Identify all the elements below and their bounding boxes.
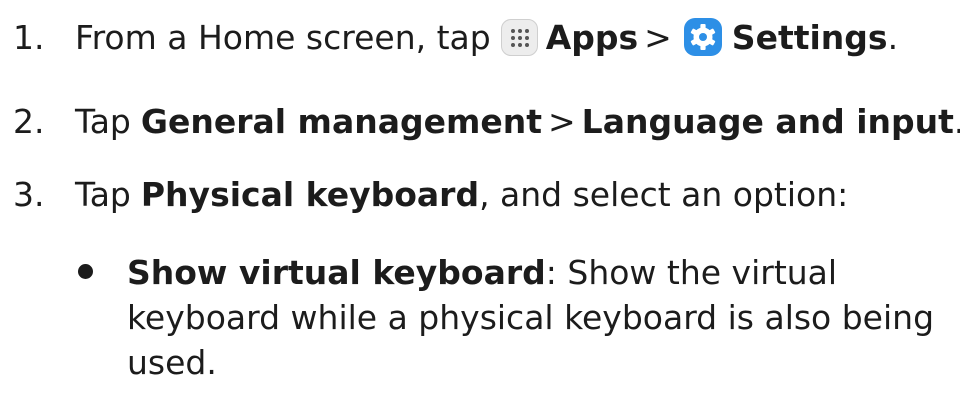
step-2-suffix: .: [954, 102, 960, 141]
bullet-dot-icon: [78, 264, 93, 279]
step-3-body: Tap Physical keyboard , and select an op…: [75, 175, 848, 214]
step-number: 3.: [13, 174, 45, 214]
step-1-prefix: From a Home screen, tap: [75, 17, 491, 57]
step-number: 2.: [13, 101, 45, 141]
step-1-suffix: .: [887, 17, 899, 57]
language-and-input-label: Language and input: [581, 101, 954, 141]
physical-keyboard-label: Physical keyboard: [140, 174, 480, 214]
step-2-body: Tap General management > Language and in…: [75, 102, 960, 141]
option-description: Show virtual keyboard: Show the virtual …: [127, 250, 952, 385]
step-2-prefix: Tap: [75, 101, 131, 141]
step-1-body: From a Home screen, tap Apps > Settings …: [75, 18, 898, 57]
settings-gear-icon: [683, 18, 722, 56]
apps-grid-icon: [500, 18, 538, 56]
separator-chevron: >: [548, 101, 576, 141]
option-title: Show virtual keyboard: [127, 253, 546, 292]
general-management-label: General management: [140, 101, 543, 141]
apps-label: Apps: [545, 17, 639, 57]
step-3-suffix: , and select an option:: [479, 174, 849, 214]
settings-label: Settings: [731, 17, 888, 57]
step-3-prefix: Tap: [75, 174, 131, 214]
step-number: 1.: [13, 17, 45, 57]
separator-chevron: >: [644, 17, 672, 57]
